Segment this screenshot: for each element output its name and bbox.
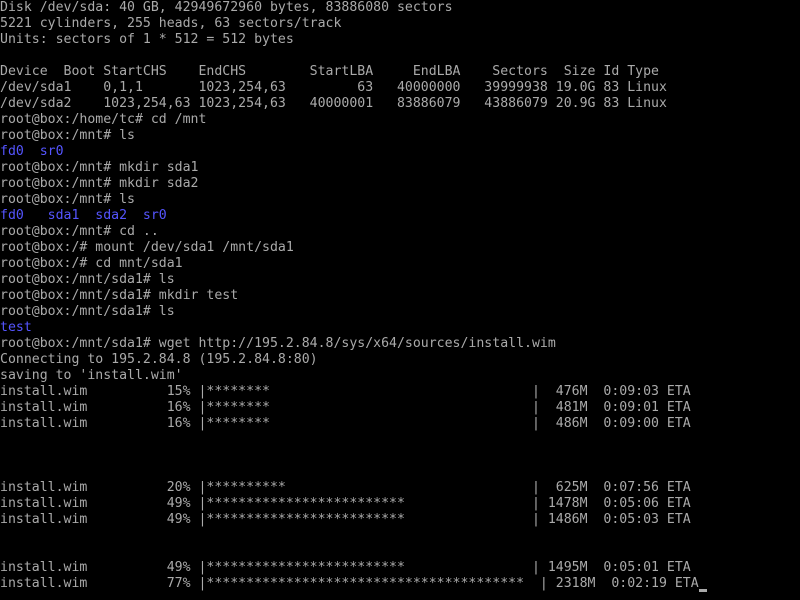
terminal-line-command: root@box:/mnt# ls bbox=[0, 128, 800, 144]
line-text: root@box:/mnt# mkdir sda2 bbox=[0, 176, 199, 191]
terminal-line-output: Device Boot StartCHS EndCHS StartLBA End… bbox=[0, 64, 800, 80]
line-text: test bbox=[0, 320, 32, 335]
terminal-line-command: root@box:/mnt/sda1# mkdir test bbox=[0, 288, 800, 304]
terminal-line-command: root@box:/# mount /dev/sda1 /mnt/sda1 bbox=[0, 240, 800, 256]
line-text: root@box:/mnt/sda1# ls bbox=[0, 304, 175, 319]
line-text: root@box:/mnt/sda1# mkdir test bbox=[0, 288, 239, 303]
terminal-line-listing: test bbox=[0, 320, 800, 336]
terminal-line-progress: install.wim 16% |******** | 486M 0:09:00… bbox=[0, 416, 800, 432]
line-text: root@box:/# cd mnt/sda1 bbox=[0, 256, 183, 271]
line-text: 5221 cylinders, 255 heads, 63 sectors/tr… bbox=[0, 16, 342, 31]
terminal-line-progress: install.wim 20% |********** | 625M 0:07:… bbox=[0, 480, 800, 496]
line-text: install.wim 20% |********** | 625M 0:07:… bbox=[0, 480, 691, 495]
line-text: root@box:/mnt/sda1# ls bbox=[0, 272, 175, 287]
line-text: root@box:/home/tc# cd /mnt bbox=[0, 112, 207, 127]
terminal-line-progress: install.wim 77% |***********************… bbox=[0, 576, 800, 592]
line-text: root@box:/mnt# ls bbox=[0, 192, 135, 207]
terminal-line-command: root@box:/mnt# cd .. bbox=[0, 224, 800, 240]
terminal-line-output: 5221 cylinders, 255 heads, 63 sectors/tr… bbox=[0, 16, 800, 32]
line-text: install.wim 15% |******** | 476M 0:09:03… bbox=[0, 384, 691, 399]
line-text: root@box:/mnt# mkdir sda1 bbox=[0, 160, 199, 175]
terminal-line-progress: install.wim 15% |******** | 476M 0:09:03… bbox=[0, 384, 800, 400]
line-text: Disk /dev/sda: 40 GB, 42949672960 bytes,… bbox=[0, 0, 453, 15]
terminal-console[interactable]: Disk /dev/sda: 40 GB, 42949672960 bytes,… bbox=[0, 0, 800, 600]
line-text: install.wim 16% |******** | 486M 0:09:00… bbox=[0, 416, 691, 431]
line-text: root@box:/# mount /dev/sda1 /mnt/sda1 bbox=[0, 240, 294, 255]
line-text: root@box:/mnt/sda1# wget http://195.2.84… bbox=[0, 336, 556, 351]
line-text: root@box:/mnt# cd .. bbox=[0, 224, 159, 239]
line-text: fd0 sda1 sda2 sr0 bbox=[0, 208, 167, 223]
line-text: /dev/sda2 1023,254,63 1023,254,63 400000… bbox=[0, 96, 667, 111]
terminal-line-command: root@box:/mnt/sda1# wget http://195.2.84… bbox=[0, 336, 800, 352]
text-cursor bbox=[698, 589, 707, 592]
line-text: install.wim 77% |***********************… bbox=[0, 576, 699, 591]
terminal-line-output: Units: sectors of 1 * 512 = 512 bytes bbox=[0, 32, 800, 48]
terminal-line-command: root@box:/mnt# mkdir sda1 bbox=[0, 160, 800, 176]
terminal-line-command: root@box:/mnt/sda1# ls bbox=[0, 304, 800, 320]
line-text: Device Boot StartCHS EndCHS StartLBA End… bbox=[0, 64, 659, 79]
line-text: root@box:/mnt# ls bbox=[0, 128, 135, 143]
terminal-line-command: root@box:/mnt/sda1# ls bbox=[0, 272, 800, 288]
terminal-line-output: /dev/sda1 0,1,1 1023,254,63 63 40000000 … bbox=[0, 80, 800, 96]
line-text: Connecting to 195.2.84.8 (195.2.84.8:80) bbox=[0, 352, 318, 367]
line-text: fd0 sr0 bbox=[0, 144, 64, 159]
line-text: install.wim 49% |***********************… bbox=[0, 560, 691, 575]
terminal-line-command: root@box:/mnt# ls bbox=[0, 192, 800, 208]
terminal-line-progress: install.wim 16% |******** | 481M 0:09:01… bbox=[0, 400, 800, 416]
terminal-line-progress: install.wim 49% |***********************… bbox=[0, 512, 800, 528]
line-text: install.wim 49% |***********************… bbox=[0, 512, 691, 527]
terminal-line-output: Disk /dev/sda: 40 GB, 42949672960 bytes,… bbox=[0, 0, 800, 16]
line-text: install.wim 16% |******** | 481M 0:09:01… bbox=[0, 400, 691, 415]
terminal-line-command: root@box:/home/tc# cd /mnt bbox=[0, 112, 800, 128]
terminal-line-output: /dev/sda2 1023,254,63 1023,254,63 400000… bbox=[0, 96, 800, 112]
terminal-line-progress: install.wim 49% |***********************… bbox=[0, 560, 800, 576]
terminal-line-command: root@box:/mnt# mkdir sda2 bbox=[0, 176, 800, 192]
line-text: /dev/sda1 0,1,1 1023,254,63 63 40000000 … bbox=[0, 80, 667, 95]
terminal-line-progress: install.wim 49% |***********************… bbox=[0, 496, 800, 512]
terminal-line-listing: fd0 sda1 sda2 sr0 bbox=[0, 208, 800, 224]
terminal-line-command: root@box:/# cd mnt/sda1 bbox=[0, 256, 800, 272]
line-text: install.wim 49% |***********************… bbox=[0, 496, 691, 511]
line-text: Units: sectors of 1 * 512 = 512 bytes bbox=[0, 32, 294, 47]
terminal-line-output: saving to 'install.wim' bbox=[0, 368, 800, 384]
terminal-line-listing: fd0 sr0 bbox=[0, 144, 800, 160]
line-text: saving to 'install.wim' bbox=[0, 368, 183, 383]
terminal-line-output: Connecting to 195.2.84.8 (195.2.84.8:80) bbox=[0, 352, 800, 368]
